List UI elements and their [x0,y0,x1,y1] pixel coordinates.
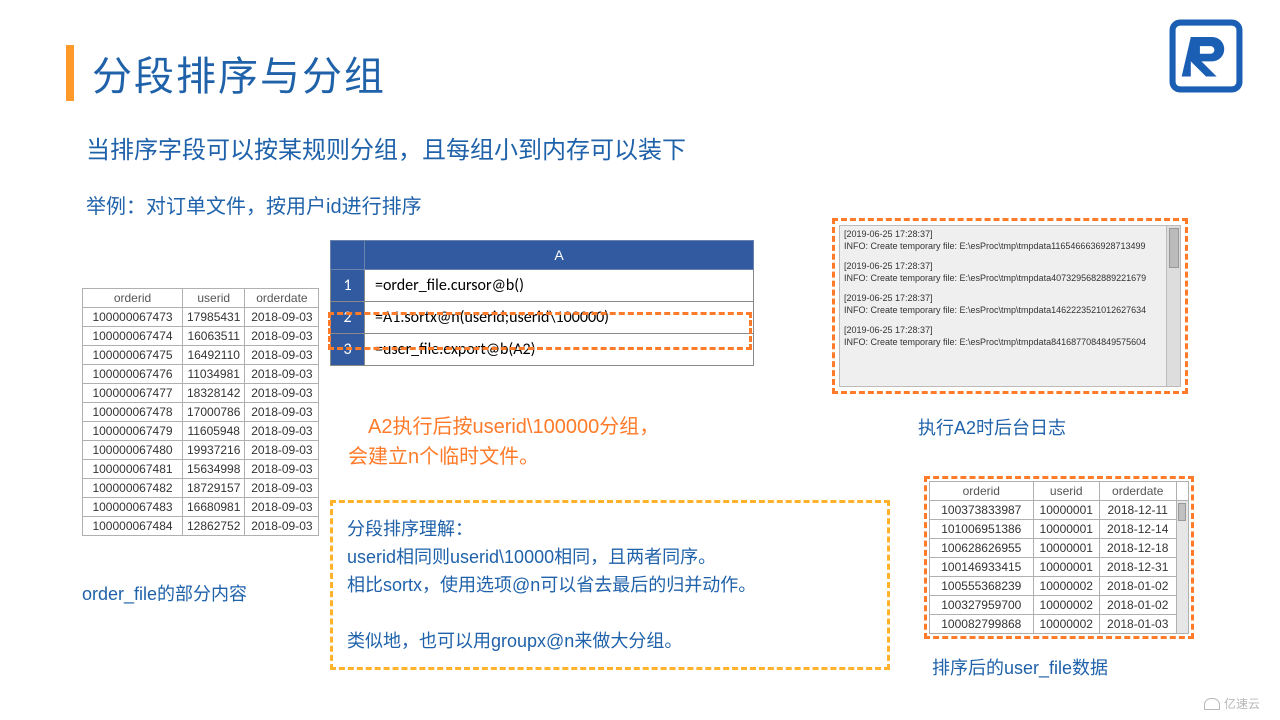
explain-line4: 类似地，也可以用groupx@n来做大分组。 [347,627,873,655]
scrollbar-thumb[interactable] [1169,228,1179,268]
table-row: 100000067479116059482018-09-03 [83,422,319,441]
title-accent-line [66,45,74,101]
code-cell: =A1.sortx@n(userid;userid\100000) [365,302,754,334]
log-content: [2019-06-25 17:28:37]INFO: Create tempor… [839,225,1181,387]
log-entry: [2019-06-25 17:28:37]INFO: Create tempor… [844,260,1176,284]
table-row: 101006951386100000012018-12-14 [930,520,1189,539]
log-entry: [2019-06-25 17:28:37]INFO: Create tempor… [844,324,1176,348]
page-title: 分段排序与分组 [92,44,386,102]
table-row: 100000067475164921102018-09-03 [83,346,319,365]
table-row: 100000067478170007862018-09-03 [83,403,319,422]
note-a2-line1: A2执行后按userid\100000分组， [368,412,659,442]
code-grid: A 1=order_file.cursor@b() 2=A1.sortx@n(u… [330,240,754,366]
result-scrollbar[interactable] [1176,501,1188,634]
table-header-row: orderid userid orderdate [930,482,1189,501]
code-cell: =order_file.cursor@b() [365,270,754,302]
col-userid: userid [1033,482,1099,501]
table-row: 100000067474160635112018-09-03 [83,327,319,346]
code-row-num: 2 [331,302,365,334]
table-row: 100000067484128627522018-09-03 [83,517,319,536]
log-entry: [2019-06-25 17:28:37]INFO: Create tempor… [844,292,1176,316]
table-row: 100146933415100000012018-12-31 [930,558,1189,577]
log-panel: [2019-06-25 17:28:37]INFO: Create tempor… [832,218,1188,394]
table-row: 100000067483166809812018-09-03 [83,498,319,517]
table-header-row: orderid userid orderdate [83,289,319,308]
note-a2-line2: 会建立n个临时文件。 [348,442,659,472]
code-corner [331,241,365,270]
code-col-a: A [365,241,754,270]
order-table-caption: order_file的部分内容 [82,580,247,606]
order-file-table: orderid userid orderdate 100000067473179… [82,288,319,536]
table-row: 100000067473179854312018-09-03 [83,308,319,327]
table-row: 100000067481156349982018-09-03 [83,460,319,479]
table-row: 100628626955100000012018-12-18 [930,539,1189,558]
col-orderid: orderid [83,289,183,308]
explain-line3: 相比sortx，使用选项@n可以省去最后的归并动作。 [347,571,873,599]
note-a2: A2执行后按userid\100000分组， 会建立n个临时文件。 [368,412,659,472]
scroll-head [1176,482,1188,501]
table-row: 100327959700100000022018-01-02 [930,596,1189,615]
brand-logo [1168,18,1244,94]
table-row: 100000067482187291572018-09-03 [83,479,319,498]
table-row: 100000067476110349812018-09-03 [83,365,319,384]
watermark: 亿速云 [1204,695,1260,712]
log-scrollbar[interactable] [1166,226,1180,386]
code-row-num: 3 [331,334,365,366]
explanation-box: 分段排序理解： userid相同则userid\10000相同，且两者同序。 相… [330,500,890,670]
col-userid: userid [183,289,245,308]
result-caption: 排序后的user_file数据 [932,654,1108,680]
code-cell: =user_file.export@b(A2) [365,334,754,366]
table-row: 100082799868100000022018-01-03 [930,615,1189,634]
table-row: 100555368239100000022018-01-02 [930,577,1189,596]
col-orderdate: orderdate [1099,482,1176,501]
col-orderid: orderid [930,482,1034,501]
explain-line1: 分段排序理解： [347,515,873,543]
subtitle: 当排序字段可以按某规则分组，且每组小到内存可以装下 [86,130,686,165]
explain-line2: userid相同则userid\10000相同，且两者同序。 [347,543,873,571]
scrollbar-thumb[interactable] [1178,503,1186,521]
col-orderdate: orderdate [245,289,319,308]
title-bar: 分段排序与分组 [66,44,386,102]
log-caption: 执行A2时后台日志 [918,414,1066,440]
cloud-icon [1204,698,1220,710]
log-entry: [2019-06-25 17:28:37]INFO: Create tempor… [844,228,1176,252]
watermark-text: 亿速云 [1224,695,1260,712]
result-table-wrap: orderid userid orderdate 100373833987100… [924,476,1194,639]
example-text: 举例：对订单文件，按用户id进行排序 [86,190,422,219]
result-table: orderid userid orderdate 100373833987100… [929,481,1189,634]
code-row-num: 1 [331,270,365,302]
table-row: 100373833987100000012018-12-11 [930,501,1189,520]
table-row: 100000067480199372162018-09-03 [83,441,319,460]
table-row: 100000067477183281422018-09-03 [83,384,319,403]
